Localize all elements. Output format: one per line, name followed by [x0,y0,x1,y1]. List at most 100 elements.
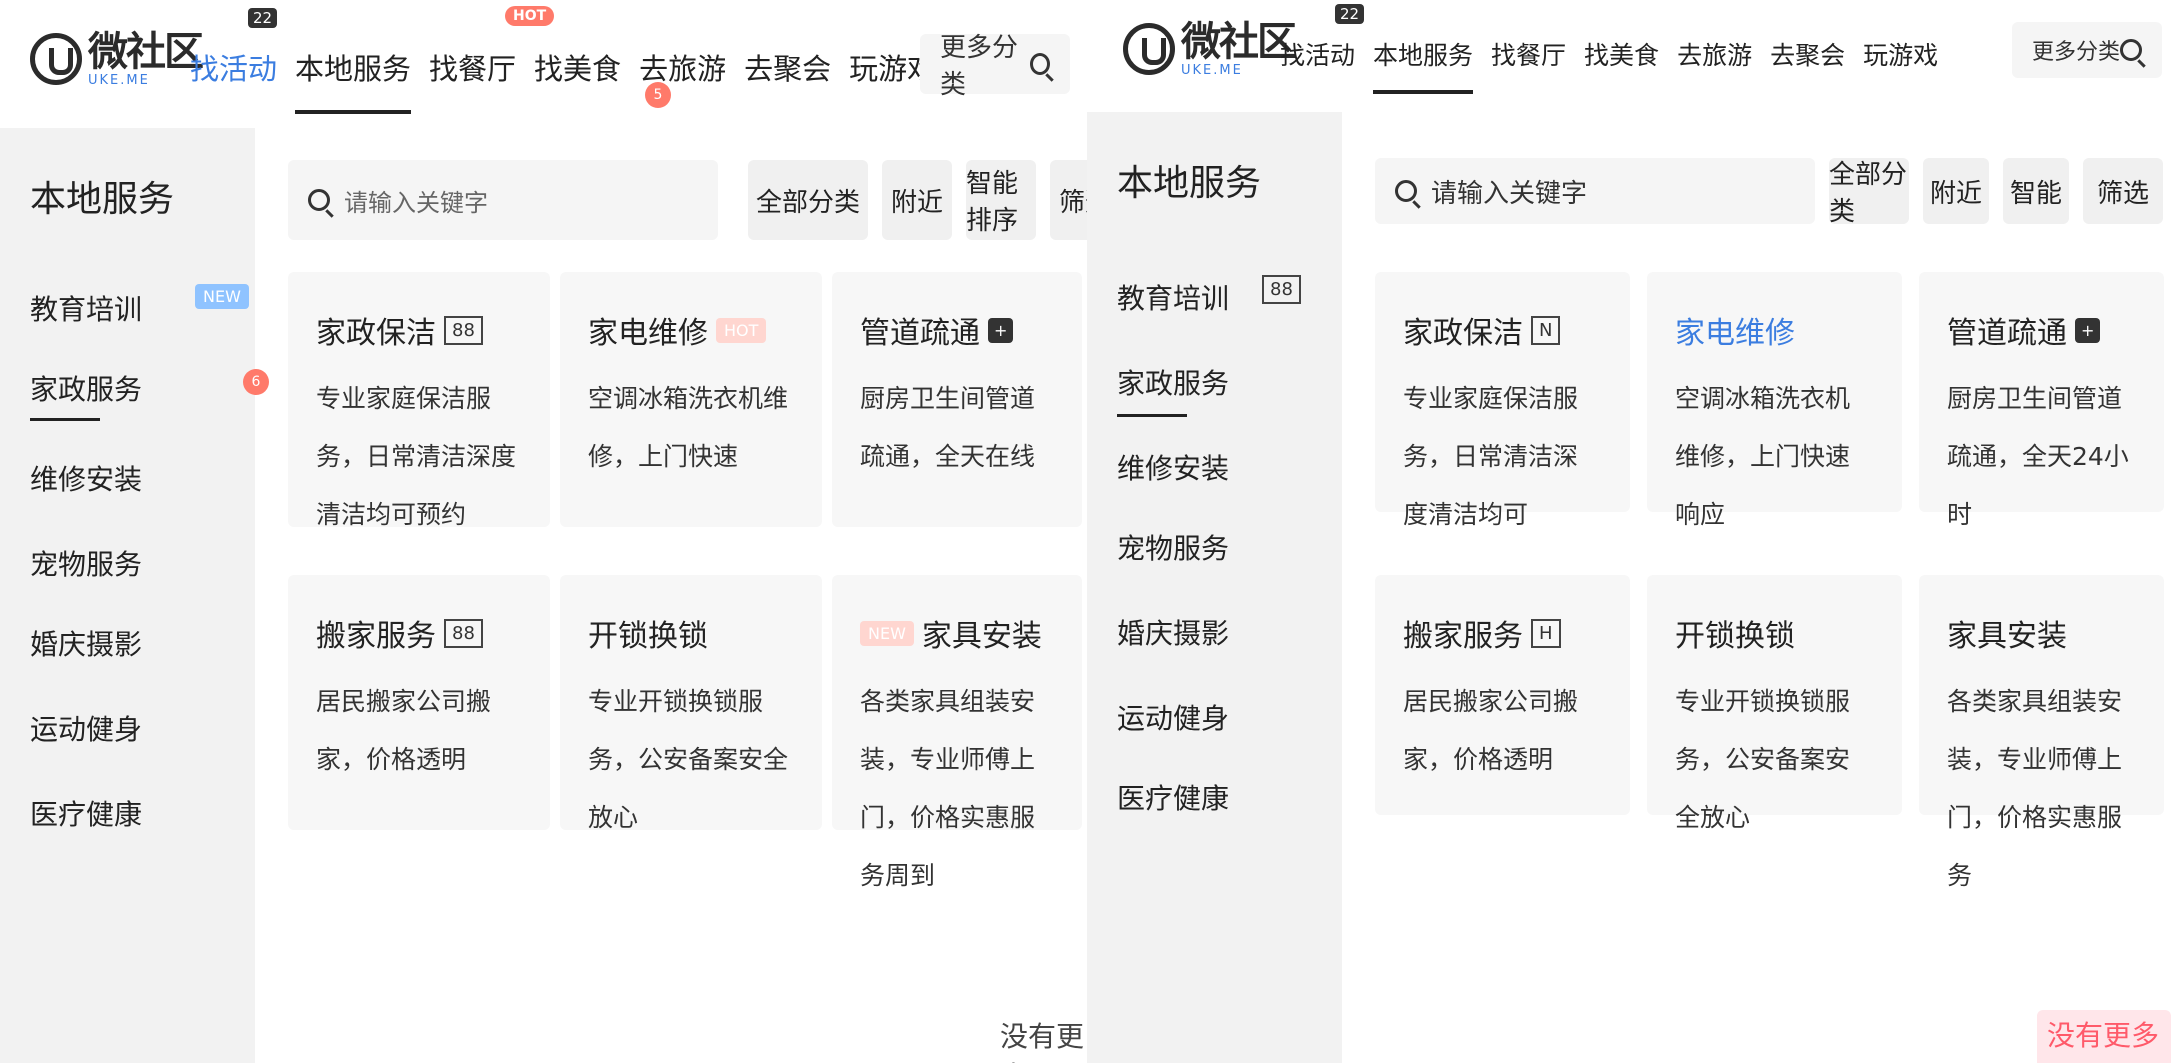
nav-item-events[interactable]: 找活动 [190,46,277,88]
right-screen: 微社区 UKE.ME 找活动 本地服务 找餐厅 找美食 去旅游 去聚会 玩游戏 … [1087,0,2171,1063]
card-title: 家具安装 [921,619,1042,654]
nav-item-travel[interactable]: 去旅游 [1677,36,1752,72]
service-card[interactable]: 开锁换锁 专业开锁换锁服务，公安备案安全放心 [1647,575,1902,832]
nav-item-events[interactable]: 找活动 [1280,36,1355,72]
nav-item-local-services[interactable]: 本地服务 [295,46,412,114]
card-tag: 88 [444,315,483,345]
card-description: 厨房卫生间管道疏通，全天24小时 [1947,384,2129,529]
nav-item-local-services[interactable]: 本地服务 [1373,36,1474,94]
card-tag: HOT [716,317,767,343]
sidebar-title: 本地服务 [1117,163,1262,204]
service-card[interactable]: 搬家服务 88 居民搬家公司搬家，价格透明 [288,575,550,830]
sidebar-dot: 6 [243,369,269,395]
sidebar-item-repair[interactable]: 维修安装 [30,458,142,498]
filter-category-button[interactable]: 全部分类 [748,160,868,240]
nav-item-restaurants[interactable]: 找餐厅 [429,46,516,88]
card-description: 空调冰箱洗衣机维修，上门快速响应 [1675,384,1851,529]
card-title: 开锁换锁 [588,619,708,654]
filter-more-button[interactable]: 筛选 [2083,158,2163,224]
service-card[interactable]: 开锁换锁 专业开锁换锁服务，公安备案安全放心 [560,575,822,832]
search-icon [308,189,330,211]
nav-item-games[interactable]: 玩游戏 [1863,36,1938,72]
card-tag: H [1531,618,1561,648]
card-title: 搬家服务 [316,619,436,654]
search-row: 请输入关键字 全部分类 附近 智能 筛选 [1375,158,2163,227]
sidebar-item-repair[interactable]: 维修安装 [1117,447,1229,487]
filter-nearby-button[interactable]: 附近 [882,160,952,240]
card-title: 家政保洁 [1403,316,1523,351]
service-card[interactable]: NEW 家具安装 各类家具组装安装，专业师傅上门，价格实惠服务周到 [832,575,1082,890]
card-title: 家电维修 [588,316,708,351]
sidebar-item-wedding[interactable]: 婚庆摄影 [30,623,142,663]
more-categories-label: 更多分类 [940,33,1019,100]
service-card[interactable]: 管道疏通 + 厨房卫生间管道疏通，全天在线 [832,272,1082,527]
sidebar-item-pets[interactable]: 宠物服务 [30,543,142,583]
nav-count-badge: 22 [248,8,278,28]
search-placeholder: 请输入关键字 [344,188,488,217]
sidebar: 本地服务 教育培训 NEW 家政服务 6 维修安装 宠物服务 婚庆摄影 运动健身… [0,128,269,1063]
logo[interactable]: 微社区 UKE.ME [1123,20,1297,78]
logo-icon [30,33,82,85]
nav-item-label: 本地服务 [1373,41,1474,70]
card-title: 家政保洁 [316,316,436,351]
filter-sort-button[interactable]: 智能排序 [966,160,1036,240]
more-categories-label: 更多分类 [2032,40,2121,65]
search-placeholder: 请输入关键字 [1431,178,1588,209]
hot-badge: HOT [505,6,555,26]
logo[interactable]: 微社区 UKE.ME [30,29,204,88]
card-description: 各类家具组装安装，专业师傅上门，价格实惠服务 [1947,687,2123,890]
sidebar-item-fitness[interactable]: 运动健身 [1117,697,1229,737]
top-bar: 微社区 UKE.ME 找活动 本地服务 找餐厅 找美食 去旅游 去聚会 玩游戏 … [1087,0,2171,112]
service-card[interactable]: 搬家服务 H 居民搬家公司搬家，价格透明 [1375,575,1630,815]
card-tag: N [1531,315,1561,345]
card-tag: 88 [444,618,483,648]
sidebar: 本地服务 教育培训 88 家政服务 维修安装 宠物服务 婚庆摄影 运动健身 医疗… [1087,112,1342,1063]
service-card[interactable]: 家电维修 空调冰箱洗衣机维修，上门快速响应 [1647,272,1902,529]
sidebar-item-pets[interactable]: 宠物服务 [1117,527,1229,567]
filter-category-button[interactable]: 全部分类 [1829,158,1909,227]
card-description: 专业家庭保洁服务，日常清洁深度清洁均可 [1403,384,1579,529]
nav-item-food[interactable]: 找美食 [534,46,621,88]
card-description: 专业开锁换锁服务，公安备案安全放心 [1675,687,1851,832]
sidebar-item-education[interactable]: 教育培训 [30,288,142,328]
main-nav: 找活动 本地服务 找餐厅 找美食 去旅游 去聚会 玩游戏 [190,46,936,114]
filter-sort-button[interactable]: 智能 [2003,158,2069,224]
card-title: 管道疏通 [1947,316,2067,351]
sidebar-item-fitness[interactable]: 运动健身 [30,708,142,748]
nav-item-party[interactable]: 去聚会 [1770,36,1845,72]
search-row: 请输入关键字 全部分类 附近 智能排序 筛选 [288,160,1087,240]
more-categories-button[interactable]: 更多分类 [2012,22,2162,78]
filter-nearby-button[interactable]: 附近 [1923,158,1989,224]
nav-item-food[interactable]: 找美食 [1584,36,1659,72]
filter-more-button[interactable]: 筛选 [1050,160,1087,240]
new-tag: NEW [195,284,249,309]
nav-active-indicator [295,110,412,114]
nav-item-restaurants[interactable]: 找餐厅 [1491,36,1566,72]
card-description: 居民搬家公司搬家，价格透明 [1403,687,1579,774]
sidebar-item-health[interactable]: 医疗健康 [1117,777,1229,817]
search-icon [1395,180,1417,202]
card-title: 家具安装 [1947,619,2067,654]
service-card[interactable]: 家政保洁 N 专业家庭保洁服务，日常清洁深度清洁均可 [1375,272,1630,529]
sidebar-item-education[interactable]: 教育培训 [1117,277,1229,317]
search-input[interactable]: 请输入关键字 [288,160,718,240]
search-input[interactable]: 请输入关键字 [1375,158,1815,224]
logo-text: 微社区 [88,29,204,75]
service-card[interactable]: 家具安装 各类家具组装安装，专业师傅上门，价格实惠服务 [1919,575,2164,890]
sidebar-item-health[interactable]: 医疗健康 [30,793,142,833]
card-tag: + [988,317,1014,343]
card-description: 各类家具组装安装，专业师傅上门，价格实惠服务周到 [860,687,1036,890]
notification-dot: 5 [645,82,671,108]
end-of-list-text: 没有更多了 [1000,1020,1085,1063]
sidebar-item-housekeeping[interactable]: 家政服务 [1117,362,1229,402]
service-card[interactable]: 管道疏通 + 厨房卫生间管道疏通，全天24小时 [1919,272,2164,529]
sidebar-item-housekeeping[interactable]: 家政服务 [30,368,142,408]
service-card[interactable]: 家电维修 HOT 空调冰箱洗衣机维修，上门快速 [560,272,822,527]
search-icon [2120,39,2142,61]
more-categories-button[interactable]: 更多分类 [920,33,1070,100]
service-card[interactable]: 家政保洁 88 专业家庭保洁服务，日常清洁深度清洁均可预约 [288,272,550,529]
sidebar-item-wedding[interactable]: 婚庆摄影 [1117,612,1229,652]
nav-item-travel[interactable]: 去旅游 [639,46,726,88]
main-nav: 找活动 本地服务 找餐厅 找美食 去旅游 去聚会 玩游戏 [1280,36,1938,94]
nav-item-party[interactable]: 去聚会 [744,46,831,88]
